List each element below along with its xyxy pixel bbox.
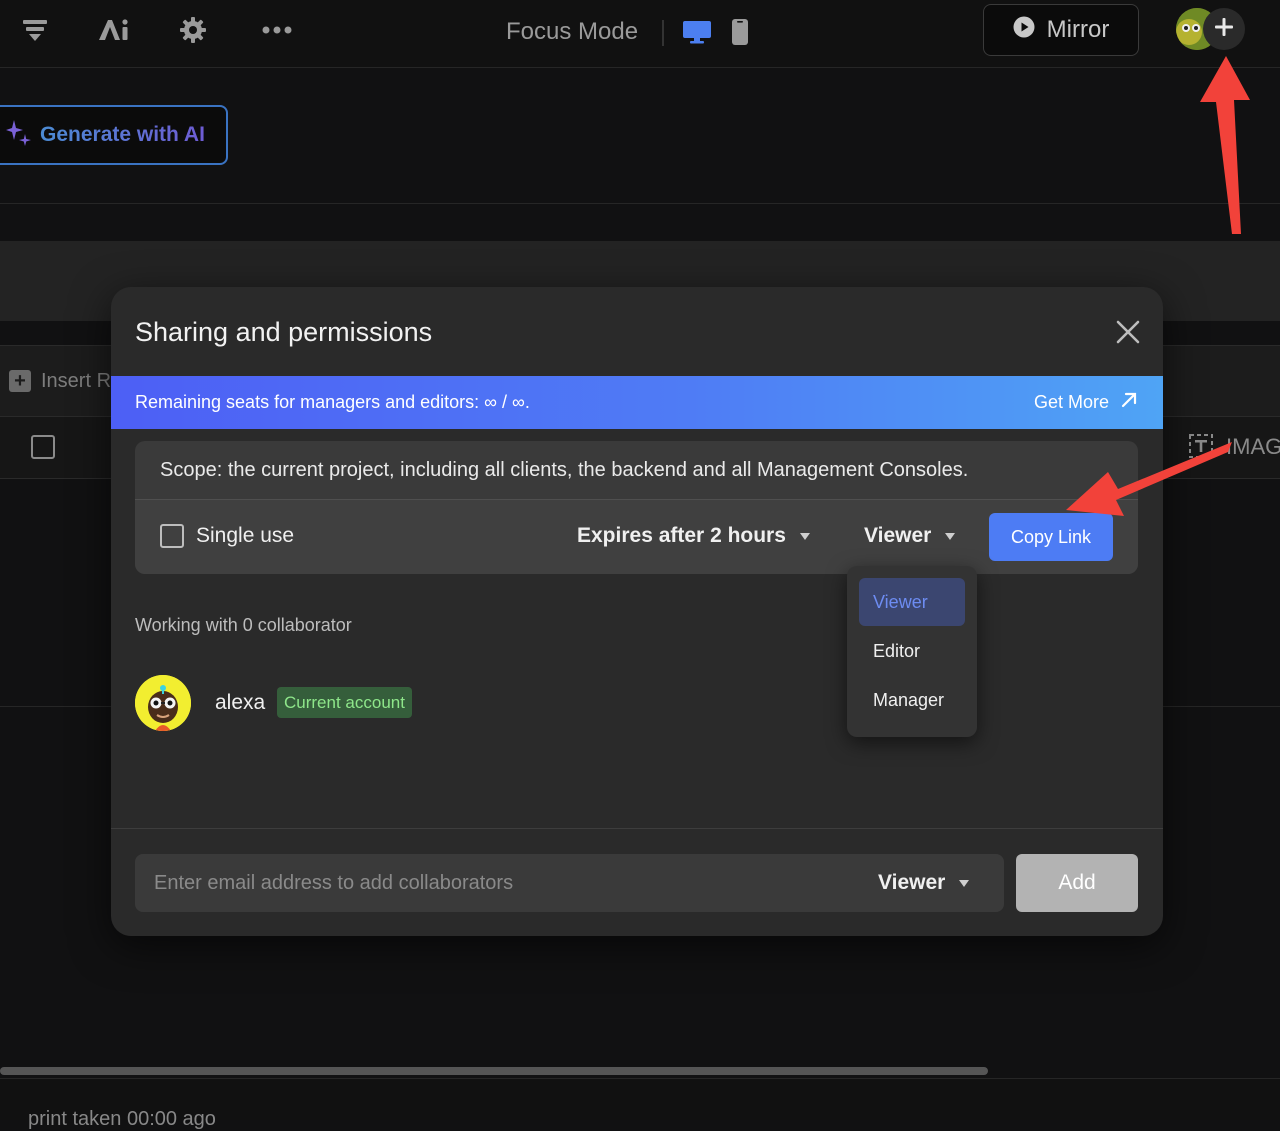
toolbar-divider — [662, 20, 664, 46]
avatar — [135, 675, 191, 731]
generate-with-ai-label: Generate with AI — [40, 123, 205, 146]
mobile-icon[interactable] — [722, 14, 758, 50]
top-toolbar: Focus Mode Mirror — [0, 0, 1280, 68]
ai-icon[interactable] — [96, 12, 132, 48]
add-button[interactable]: Add — [1016, 854, 1138, 912]
single-use-checkbox[interactable] — [160, 524, 184, 548]
scope-text: Scope: the current project, including al… — [160, 459, 969, 481]
gear-icon[interactable] — [175, 12, 211, 48]
collaborators-heading: Working with 0 collaborator — [135, 615, 352, 635]
link-options-row: Single use Expires after 2 hours Viewer … — [135, 500, 1138, 574]
single-use-label[interactable]: Single use — [196, 524, 294, 548]
plus-icon — [1214, 17, 1234, 42]
play-icon — [1013, 16, 1035, 45]
chevron-down-icon — [945, 532, 956, 540]
insert-plus-icon[interactable]: + — [9, 370, 31, 392]
insert-row-label[interactable]: Insert R — [41, 370, 111, 393]
chevron-down-icon — [799, 532, 810, 540]
mirror-button[interactable]: Mirror — [983, 4, 1139, 56]
seats-text: Remaining seats for managers and editors… — [135, 392, 530, 412]
close-icon[interactable] — [1113, 317, 1143, 347]
seats-banner: Remaining seats for managers and editors… — [111, 376, 1163, 429]
divider — [111, 828, 1163, 829]
sparkle-icon — [6, 118, 32, 153]
role-option-viewer[interactable]: Viewer — [859, 578, 965, 626]
expiry-dropdown[interactable]: Expires after 2 hours — [577, 524, 810, 548]
expiry-label: Expires after 2 hours — [577, 524, 786, 547]
user-name: alexa — [215, 691, 266, 714]
share-link-panel: Scope: the current project, including al… — [135, 441, 1138, 574]
invite-field-container: Viewer — [135, 854, 1004, 912]
red-arrow-icon — [1200, 56, 1250, 234]
get-more-label: Get More — [1033, 392, 1109, 412]
role-option-manager[interactable]: Manager — [859, 676, 965, 724]
sharing-permissions-dialog: Sharing and permissions Remaining seats … — [111, 287, 1163, 936]
invite-role-dropdown[interactable]: Viewer — [878, 871, 970, 895]
more-icon[interactable] — [259, 12, 295, 48]
image-column-header: IMAG — [1226, 434, 1280, 459]
link-role-label: Viewer — [864, 524, 932, 547]
text-field-icon — [1188, 433, 1214, 459]
horizontal-scrollbar[interactable] — [0, 1067, 988, 1075]
email-field[interactable] — [135, 854, 855, 912]
dialog-title: Sharing and permissions — [135, 317, 433, 347]
divider — [0, 203, 1280, 204]
role-option-editor[interactable]: Editor — [859, 627, 965, 675]
layers-icon[interactable] — [17, 12, 53, 48]
select-all-checkbox[interactable] — [31, 435, 55, 459]
desktop-icon[interactable] — [679, 14, 715, 50]
focus-mode-label[interactable]: Focus Mode — [506, 18, 638, 46]
invite-role-label: Viewer — [878, 871, 946, 894]
role-dropdown-menu: Viewer Editor Manager — [847, 566, 977, 737]
copy-link-button[interactable]: Copy Link — [989, 513, 1113, 561]
get-more-link[interactable]: Get More — [1034, 390, 1139, 415]
add-collaborator-button[interactable] — [1203, 8, 1245, 50]
chevron-down-icon — [959, 879, 970, 887]
mirror-label: Mirror — [1046, 16, 1110, 43]
arrow-up-right-icon — [1119, 390, 1139, 415]
status-badge: Current account — [277, 687, 412, 718]
link-role-dropdown[interactable]: Viewer — [864, 524, 956, 548]
generate-with-ai-button[interactable]: Generate with AI — [0, 105, 228, 165]
